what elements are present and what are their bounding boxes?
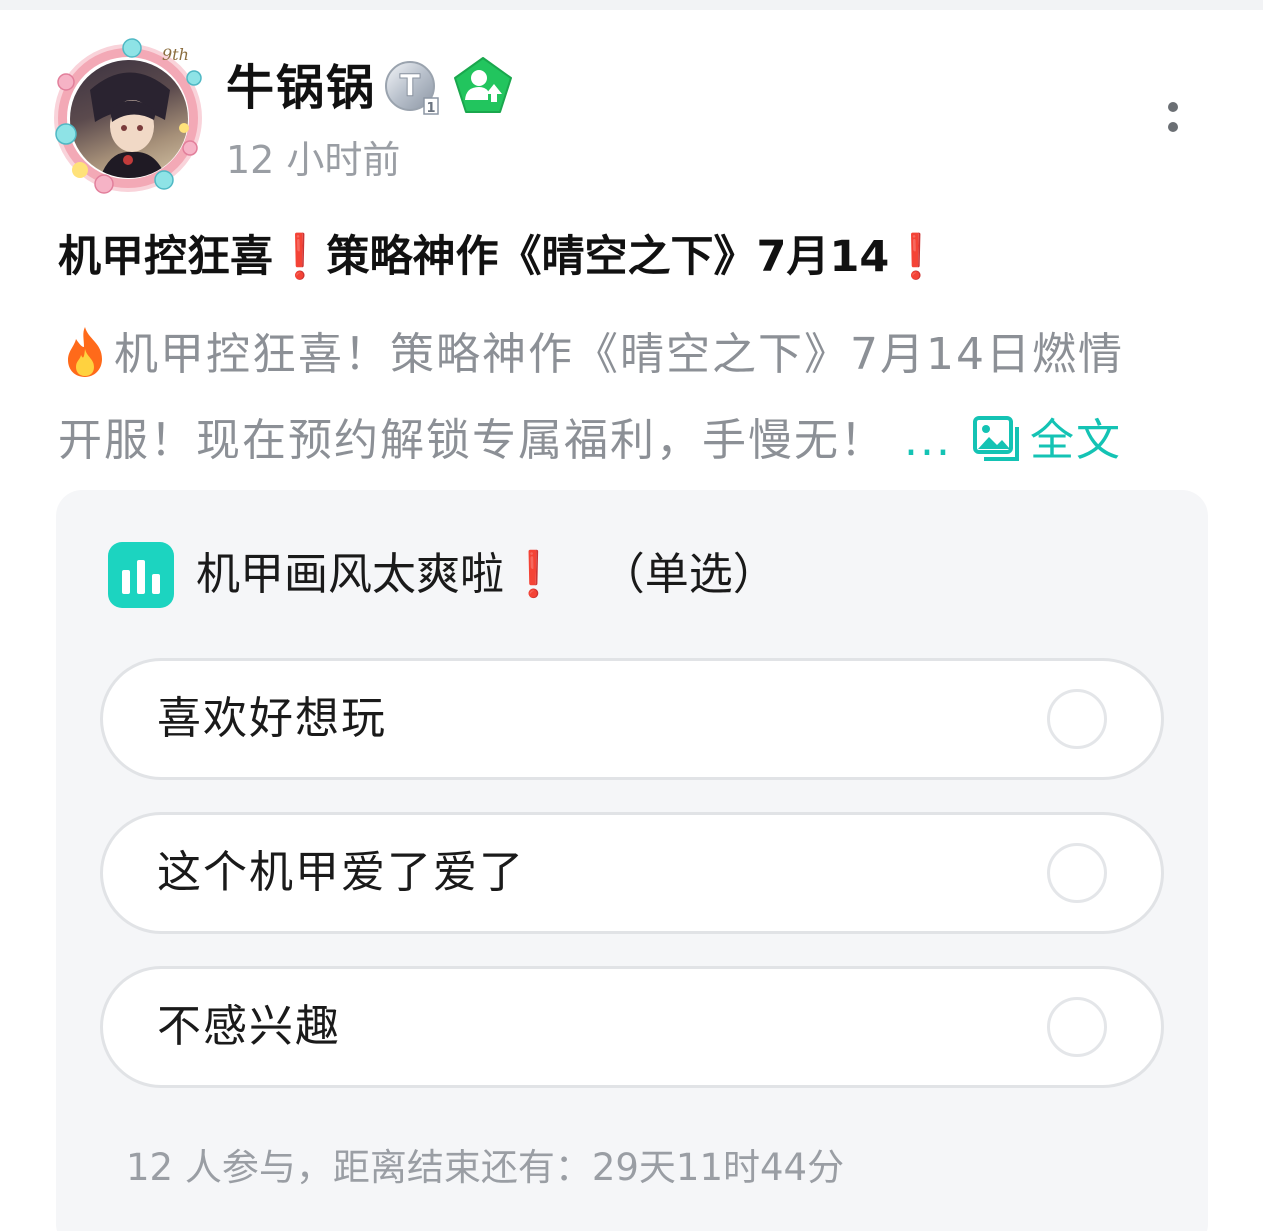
poll-question: 机甲画风太爽啦❗ （单选） bbox=[196, 549, 777, 600]
full-text-link[interactable]: 全文 bbox=[1030, 415, 1122, 466]
poll-chart-icon bbox=[108, 542, 174, 608]
t-badge-letter: T bbox=[400, 69, 421, 104]
post-body-line1: 机甲控狂喜！策略神作《晴空之下》7月14日燃情 bbox=[58, 312, 1208, 398]
post-title-part1: 机甲控狂喜 bbox=[58, 232, 273, 282]
fire-icon bbox=[68, 327, 102, 377]
poll-option-label: 这个机甲爱了爱了 bbox=[157, 847, 525, 898]
poll-status: 12 人参与，距离结束还有：29天11时44分 bbox=[126, 1146, 845, 1189]
post-title[interactable]: 机甲控狂喜❗策略神作《晴空之下》7月14❗ bbox=[58, 226, 1208, 288]
author-name[interactable]: 牛锅锅 bbox=[226, 58, 376, 118]
avatar[interactable]: 9th bbox=[44, 38, 212, 198]
post-time: 12 小时前 bbox=[226, 138, 401, 182]
ellipsis[interactable]: ... bbox=[904, 415, 952, 466]
top-divider bbox=[0, 0, 1263, 10]
poll-card: 机甲画风太爽啦❗ （单选） 喜欢好想玩 这个机甲爱了爱了 不感兴趣 12 人参与，… bbox=[56, 490, 1208, 1231]
more-options-icon[interactable] bbox=[1150, 96, 1198, 144]
t-level-badge-icon[interactable]: T 1 bbox=[384, 60, 440, 116]
poll-option[interactable]: 这个机甲爱了爱了 bbox=[100, 812, 1164, 934]
user-upgrade-badge-icon[interactable] bbox=[452, 56, 514, 116]
radio-button[interactable] bbox=[1047, 997, 1107, 1057]
poll-option[interactable]: 不感兴趣 bbox=[100, 966, 1164, 1088]
poll-type: （单选） bbox=[600, 549, 777, 600]
svg-text:9th: 9th bbox=[162, 45, 189, 64]
exclamation-icon: ❗ bbox=[273, 232, 327, 282]
exclamation-icon: ❗ bbox=[506, 549, 561, 600]
exclamation-icon: ❗ bbox=[889, 232, 943, 282]
avatar-frame-icon: 9th bbox=[54, 38, 202, 194]
poll-option-label: 不感兴趣 bbox=[157, 1001, 341, 1052]
radio-button[interactable] bbox=[1047, 689, 1107, 749]
radio-button[interactable] bbox=[1047, 843, 1107, 903]
t-badge-level: 1 bbox=[426, 101, 435, 116]
post-body-line2: 开服！现在预约解锁专属福利，手慢无！... 全文 bbox=[58, 415, 1122, 466]
poll-option[interactable]: 喜欢好想玩 bbox=[100, 658, 1164, 780]
post-title-part2: 策略神作《晴空之下》7月14 bbox=[326, 232, 890, 282]
poll-option-label: 喜欢好想玩 bbox=[157, 693, 387, 744]
post-body[interactable]: 机甲控狂喜！策略神作《晴空之下》7月14日燃情 开服！现在预约解锁专属福利，手慢… bbox=[58, 312, 1208, 484]
image-icon[interactable] bbox=[972, 415, 1022, 463]
